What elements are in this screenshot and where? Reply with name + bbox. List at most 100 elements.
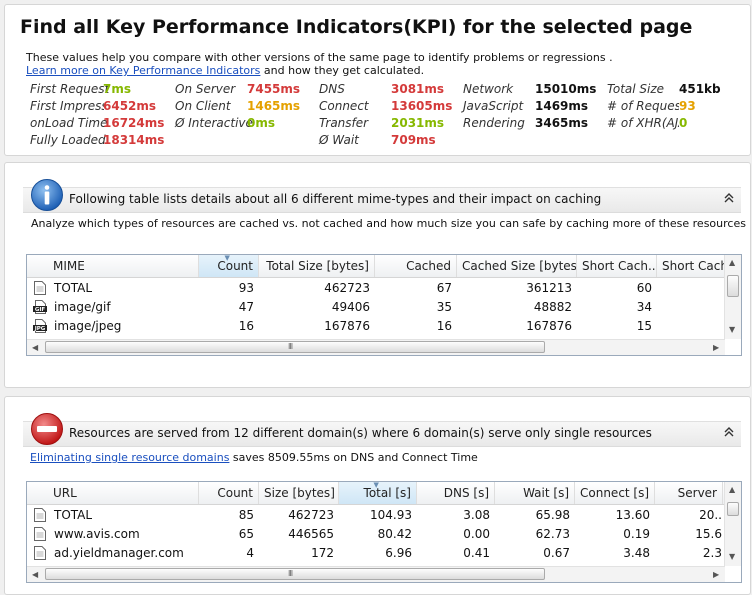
kpi-total-size-label: Total Size <box>607 82 665 96</box>
cell-wait: 65.98 <box>535 508 570 522</box>
cell-count: 65 <box>238 527 254 541</box>
col-wait[interactable]: Wait [s] <box>495 482 575 504</box>
scroll-thumb[interactable]: III <box>45 341 545 353</box>
cell-cached: 16 <box>436 319 452 333</box>
scroll-right-icon[interactable]: ▶ <box>713 343 719 352</box>
cell-count: 4 <box>246 546 254 560</box>
kpi-xhr-value: 0 <box>679 116 688 130</box>
kpi-on-client-label: On Client <box>175 99 231 113</box>
scroll-up-icon[interactable]: ▲ <box>729 258 735 267</box>
domain-savings-text: saves 8509.55ms on DNS and Connect Time <box>229 451 478 464</box>
kpi-on-server-label: On Server <box>175 82 236 96</box>
scroll-right-icon[interactable]: ▶ <box>713 570 719 579</box>
kpi-connect-value: 13605ms <box>391 99 453 113</box>
domain-table-header: URL Count Size [bytes] ▼ Total [s] DNS [s… <box>27 482 724 505</box>
kpi-total-size-value: 451kb <box>679 82 721 96</box>
table-row[interactable]: ad.yieldmanager.com 4 172 6.96 0.41 0.67… <box>27 544 724 563</box>
col-total-label: Total [s] <box>363 486 411 500</box>
mime-section-description: Analyze which types of resources are cac… <box>31 217 746 230</box>
col-total[interactable]: ▼ Total [s] <box>339 482 417 504</box>
cell-short-cache: 60 <box>636 281 652 295</box>
mime-vertical-scrollbar[interactable]: ▲ ▼ <box>724 255 741 339</box>
cell-size: 462723 <box>288 508 334 522</box>
cell-server: 20.. <box>699 508 722 522</box>
sort-indicator-icon: ▼ <box>224 255 230 262</box>
scroll-down-icon[interactable]: ▼ <box>729 325 735 334</box>
mime-table-header: MIME ▼ Count Total Size [bytes] Cached Ca… <box>27 255 737 278</box>
kpi-network-value: 15010ms <box>535 82 597 96</box>
eliminate-domains-link[interactable]: Eliminating single resource domains <box>30 451 229 464</box>
kpi-on-server-value: 7455ms <box>247 82 301 96</box>
mime-table: MIME ▼ Count Total Size [bytes] Cached Ca… <box>26 254 742 356</box>
kpi-onload-label: onLoad Time <box>30 116 108 130</box>
col-short-cache-1[interactable]: Short Cach... <box>577 255 657 277</box>
scroll-thumb[interactable]: III <box>45 568 545 580</box>
table-row[interactable]: GIF image/gif 47 49406 35 48882 34 <box>27 298 724 317</box>
col-count[interactable]: ▼ Count <box>199 255 259 277</box>
cell-total-size: 462723 <box>324 281 370 295</box>
col-mime[interactable]: MIME <box>27 255 199 277</box>
mime-horizontal-scrollbar[interactable]: ◀ III ▶ <box>27 339 725 355</box>
kpi-dns-label: DNS <box>319 82 345 96</box>
cell-dns: 3.08 <box>463 508 490 522</box>
kpi-requests-value: 93 <box>679 99 696 113</box>
cell-server: 15.6 <box>695 527 722 541</box>
kpi-first-impression-label: First Impressi <box>30 99 104 113</box>
cell-mime: image/gif <box>54 300 111 314</box>
kpi-interactive-label: Ø Interactive <box>175 116 253 130</box>
svg-text:JPG: JPG <box>34 326 46 332</box>
kpi-first-impression-value: 6452ms <box>103 99 157 113</box>
cell-dns: 0.41 <box>463 546 490 560</box>
col-size[interactable]: Size [bytes] <box>259 482 339 504</box>
scroll-up-icon[interactable]: ▲ <box>729 485 735 494</box>
kpi-javascript-label: JavaScript <box>463 99 524 113</box>
col-total-size[interactable]: Total Size [bytes] <box>259 255 375 277</box>
kpi-rendering-label: Rendering <box>463 116 525 130</box>
col-cached[interactable]: Cached <box>375 255 457 277</box>
kpi-first-request-value: 7ms <box>103 82 131 96</box>
domain-collapse-icon[interactable] <box>724 426 734 441</box>
col-connect[interactable]: Connect [s] <box>575 482 655 504</box>
cell-total: 80.42 <box>377 527 412 541</box>
stop-icon <box>31 413 63 445</box>
learn-more-rest: and how they get calculated. <box>260 64 425 77</box>
kpi-first-request-label: First Request <box>30 82 110 96</box>
cell-url: www.avis.com <box>54 527 140 541</box>
domain-horizontal-scrollbar[interactable]: ◀ III ▶ <box>27 566 725 582</box>
col-count-label: Count <box>217 259 253 273</box>
scroll-thumb[interactable] <box>727 275 739 297</box>
domain-section-title: Resources are served from 12 different d… <box>69 426 652 440</box>
table-row[interactable]: www.avis.com 65 446565 80.42 0.00 62.73 … <box>27 525 724 544</box>
col-cached-size[interactable]: Cached Size [bytes] <box>457 255 577 277</box>
cell-total-size: 167876 <box>324 319 370 333</box>
grip-icon: III <box>288 342 293 351</box>
learn-more-link[interactable]: Learn more on Key Performance Indicators <box>26 64 260 77</box>
kpi-xhr-label: # of XHR(AJA <box>607 116 679 130</box>
cell-wait: 62.73 <box>535 527 570 541</box>
page-icon <box>34 546 46 560</box>
cell-connect: 0.19 <box>623 527 650 541</box>
table-row[interactable]: JPG image/jpeg 16 167876 16 167876 15 <box>27 317 724 336</box>
kpi-on-client-value: 1465ms <box>247 99 301 113</box>
col-server[interactable]: Server <box>655 482 723 504</box>
col-dns[interactable]: DNS [s] <box>417 482 495 504</box>
cell-size: 446565 <box>288 527 334 541</box>
col-count[interactable]: Count <box>199 482 259 504</box>
table-row[interactable]: TOTAL 93 462723 67 361213 60 <box>27 279 724 298</box>
scroll-left-icon[interactable]: ◀ <box>32 343 38 352</box>
cell-cached-size: 48882 <box>533 300 572 314</box>
kpi-transfer-label: Transfer <box>319 116 369 130</box>
kpi-requests-label: # of Requests <box>607 99 679 113</box>
cell-total: 6.96 <box>385 546 412 560</box>
domain-vertical-scrollbar[interactable]: ▲ ▼ <box>724 482 741 566</box>
scroll-left-icon[interactable]: ◀ <box>32 570 38 579</box>
kpi-onload-value: 16724ms <box>103 116 165 130</box>
table-row[interactable]: TOTAL 85 462723 104.93 3.08 65.98 13.60 … <box>27 506 724 525</box>
cell-cached: 35 <box>436 300 452 314</box>
col-url[interactable]: URL <box>27 482 199 504</box>
mime-collapse-icon[interactable] <box>724 192 734 207</box>
cell-size: 172 <box>311 546 334 560</box>
scroll-down-icon[interactable]: ▼ <box>729 552 735 561</box>
grip-icon: III <box>288 569 293 578</box>
scroll-thumb[interactable] <box>727 502 739 516</box>
